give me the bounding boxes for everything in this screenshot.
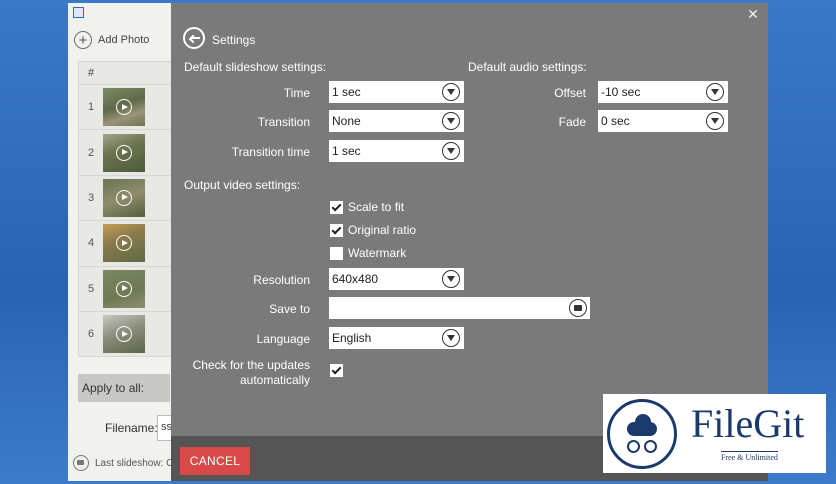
transition-time-value: 1 sec [332, 144, 361, 158]
chevron-down-icon[interactable] [706, 112, 724, 130]
play-icon[interactable] [116, 280, 132, 297]
play-icon[interactable] [116, 235, 132, 252]
row-number: 6 [87, 328, 95, 341]
watermark-brand-name: FileGit [691, 401, 805, 446]
add-photo-label[interactable]: Add Photo [98, 34, 149, 46]
table-row[interactable]: 4 [79, 220, 171, 265]
apply-to-all-label: Apply to all: [78, 374, 170, 402]
transition-time-label: Transition time [231, 145, 310, 159]
toolbar: + Add Photo [74, 29, 149, 51]
checkbox-box[interactable] [330, 223, 343, 237]
back-arrow-icon[interactable] [183, 27, 205, 49]
chevron-down-icon[interactable] [442, 329, 460, 347]
updates-checkbox[interactable] [330, 364, 348, 377]
language-select[interactable]: English [329, 327, 464, 349]
chevron-down-icon[interactable] [442, 112, 460, 130]
row-number: 5 [87, 282, 95, 295]
column-header-number: # [87, 67, 95, 79]
folder-icon[interactable] [73, 455, 89, 471]
time-value: 1 sec [332, 85, 361, 99]
photo-thumbnail[interactable] [103, 269, 145, 308]
transition-value: None [332, 114, 361, 128]
chevron-down-icon[interactable] [442, 83, 460, 101]
offset-value: -10 sec [601, 85, 641, 99]
row-number: 4 [87, 237, 95, 250]
transition-select[interactable]: None [329, 110, 464, 132]
resolution-value: 640x480 [332, 272, 379, 286]
audio-section-heading: Default audio settings: [468, 60, 587, 74]
resolution-label: Resolution [253, 273, 310, 287]
photo-thumbnail[interactable] [103, 88, 145, 127]
transition-time-select[interactable]: 1 sec [329, 140, 464, 162]
original-ratio-checkbox[interactable]: Original ratio [330, 223, 416, 237]
browse-folder-icon[interactable] [569, 299, 587, 317]
table-header: # [79, 62, 171, 84]
last-slideshow-label: Last slideshow: C [95, 457, 174, 469]
last-slideshow-row: Last slideshow: C [73, 455, 173, 471]
photo-table: # 1 2 3 4 5 6 [78, 61, 172, 357]
close-icon[interactable]: ✕ [746, 7, 760, 21]
play-icon[interactable] [116, 99, 132, 116]
offset-select[interactable]: -10 sec [598, 81, 728, 103]
watermark-tagline: Free & Unlimited [721, 451, 778, 462]
checkbox-box[interactable] [330, 246, 343, 260]
filegit-logo-icon [607, 399, 677, 469]
play-icon[interactable] [116, 189, 132, 206]
play-icon[interactable] [116, 326, 132, 343]
table-row[interactable]: 6 [79, 310, 171, 356]
original-ratio-label: Original ratio [348, 223, 417, 237]
save-to-input[interactable] [329, 297, 590, 319]
app-logo-icon [73, 7, 84, 18]
save-to-label: Save to [269, 302, 310, 316]
language-label: Language [256, 332, 310, 346]
chevron-down-icon[interactable] [442, 142, 460, 160]
transition-label: Transition [257, 115, 310, 129]
filegit-watermark: FileGit Free & Unlimited [603, 394, 826, 473]
photo-thumbnail[interactable] [103, 133, 145, 172]
updates-label-line1: Check for the updates [192, 358, 310, 372]
filename-label: Filename: [105, 421, 158, 435]
photo-thumbnail[interactable] [103, 178, 145, 217]
row-number: 2 [87, 146, 95, 159]
offset-label: Offset [554, 86, 586, 100]
add-photo-icon[interactable]: + [74, 31, 92, 49]
checkbox-box[interactable] [330, 200, 343, 214]
cloud-icon [627, 414, 657, 436]
play-icon[interactable] [116, 144, 132, 161]
table-row[interactable]: 5 [79, 265, 171, 311]
watermark-checkbox[interactable]: Watermark [330, 246, 406, 260]
row-number: 1 [87, 101, 95, 114]
chevron-down-icon[interactable] [442, 270, 460, 288]
resolution-select[interactable]: 640x480 [329, 268, 464, 290]
updates-label-line2: automatically [239, 373, 310, 387]
time-label: Time [283, 86, 310, 100]
cancel-button[interactable]: CANCEL [180, 447, 250, 475]
fade-select[interactable]: 0 sec [598, 110, 728, 132]
table-row[interactable]: 1 [79, 84, 171, 129]
slideshow-section-heading: Default slideshow settings: [184, 60, 327, 74]
scale-to-fit-label: Scale to fit [348, 200, 405, 214]
row-number: 3 [87, 191, 95, 204]
chevron-down-icon[interactable] [706, 83, 724, 101]
fade-value: 0 sec [601, 114, 630, 128]
fade-label: Fade [558, 115, 586, 129]
scale-to-fit-checkbox[interactable]: Scale to fit [330, 200, 404, 214]
photo-thumbnail[interactable] [103, 315, 145, 354]
checkbox-box[interactable] [330, 364, 343, 377]
dialog-title: Settings [212, 33, 256, 47]
language-value: English [332, 331, 372, 345]
table-row[interactable]: 3 [79, 174, 171, 220]
table-row[interactable]: 2 [79, 129, 171, 174]
output-section-heading: Output video settings: [184, 178, 301, 192]
watermark-label: Watermark [348, 246, 407, 260]
photo-thumbnail[interactable] [103, 224, 145, 263]
time-select[interactable]: 1 sec [329, 81, 464, 103]
glasses-icon [627, 440, 661, 453]
